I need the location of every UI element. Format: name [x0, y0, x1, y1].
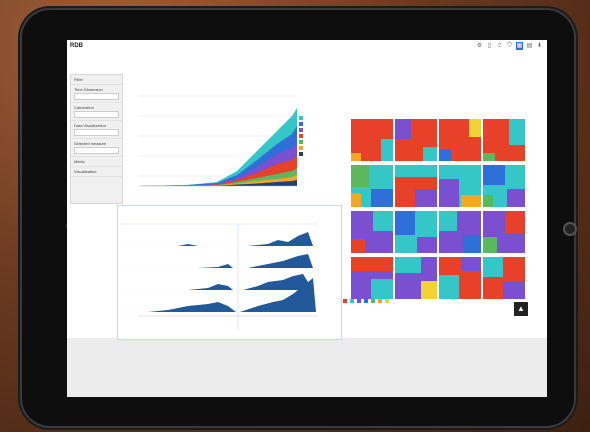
empty-canvas-area	[67, 338, 547, 397]
sidebar-item-label: Filter	[74, 77, 83, 82]
treemap-cell	[439, 257, 481, 299]
treemap-cell	[351, 165, 393, 207]
treemap-cell	[351, 257, 393, 299]
sidebar-panel: Filter Time Dimension Calculation Data V…	[70, 74, 123, 204]
sidebar-item-calculation[interactable]: Calculation	[71, 103, 122, 121]
grid-icon[interactable]: ▦	[516, 42, 523, 50]
toolbar: ⚙ ▯ ⇪ ⛉ ▦ ▤ ⬇	[476, 42, 543, 50]
mini-area	[188, 284, 233, 290]
download-icon[interactable]: ⬇	[536, 42, 543, 50]
app-title: RDB	[70, 43, 83, 49]
mini-area	[248, 254, 313, 268]
mini-area	[148, 302, 236, 312]
treemap-cell	[483, 211, 525, 253]
sidebar-item-value[interactable]	[74, 147, 119, 154]
top-bar: RDB ⚙ ▯ ⇪ ⛉ ▦ ▤ ⬇	[67, 40, 547, 54]
bookmark-icon[interactable]: ▯	[486, 42, 493, 50]
sidebar-item-time-dimension[interactable]: Time Dimension	[71, 85, 122, 103]
stacked-area-chart	[139, 95, 297, 187]
area-chart-legend	[299, 115, 305, 157]
mini-area	[198, 264, 233, 268]
filter-icon[interactable]: ⛉	[506, 42, 513, 50]
treemap-cell	[483, 119, 525, 161]
sidebar-item-value[interactable]	[74, 93, 119, 100]
sidebar-item-label: Time Dimension	[74, 87, 103, 92]
sidebar-item-filter[interactable]: Filter	[71, 75, 122, 85]
treemap-cell	[395, 119, 437, 161]
sidebar-item-label: Selected measure	[74, 141, 107, 146]
mini-area	[153, 244, 198, 246]
sidebar-item-label: Calculation	[74, 105, 94, 110]
sidebar-item-value[interactable]	[74, 129, 119, 136]
treemap-cell	[351, 211, 393, 253]
treemap-cell	[439, 165, 481, 207]
sidebar-item-selected-measure[interactable]: Selected measure	[71, 139, 122, 157]
treemap-legend	[343, 298, 391, 304]
treemap-cell	[439, 119, 481, 161]
sidebar-item-data-visualization[interactable]: Data Visualization	[71, 121, 122, 139]
dashboard-screen: RDB ⚙ ▯ ⇪ ⛉ ▦ ▤ ⬇ Filter Time Dimension …	[67, 40, 547, 397]
sidebar-item-value[interactable]	[74, 111, 119, 118]
legend-item	[299, 151, 305, 157]
treemap-cell	[483, 257, 525, 299]
treemap-cell	[351, 119, 393, 161]
small-multiples-chart	[120, 223, 318, 331]
treemap-cell	[395, 165, 437, 207]
small-multiples-panel	[117, 205, 342, 340]
layout-icon[interactable]: ▤	[526, 42, 533, 50]
gear-icon[interactable]: ⚙	[476, 42, 483, 50]
treemap-cell	[395, 211, 437, 253]
treemap-cell	[483, 165, 525, 207]
treemap-cell	[439, 211, 481, 253]
sidebar-item-label: Visualization	[74, 169, 97, 174]
brand-logo-icon: ▲	[514, 302, 528, 316]
sidebar-item-visualization[interactable]: Visualization	[71, 167, 122, 177]
sidebar-item-label: Data Visualization	[74, 123, 106, 128]
mini-area	[248, 232, 313, 246]
sidebar-item-label: Metric	[74, 159, 85, 164]
treemap-cell	[395, 257, 437, 299]
home-button	[563, 222, 577, 236]
sidebar-item-metric[interactable]: Metric	[71, 157, 122, 167]
export-icon[interactable]: ⇪	[496, 42, 503, 50]
